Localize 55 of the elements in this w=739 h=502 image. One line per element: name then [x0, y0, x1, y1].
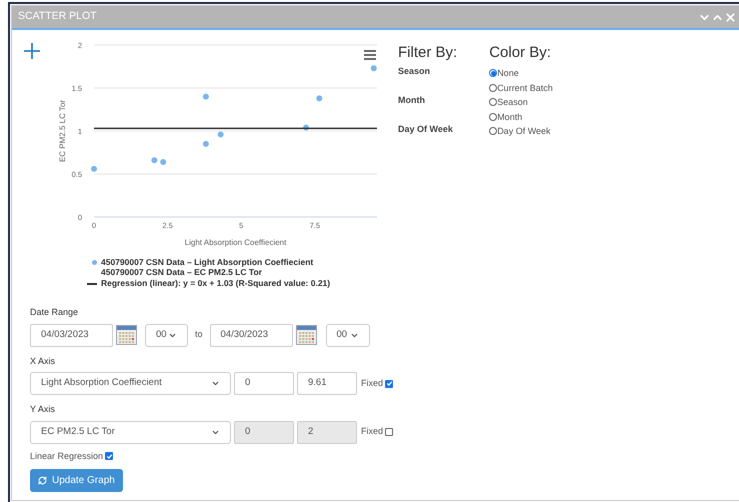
hour-select[interactable]: 00	[145, 324, 188, 346]
y-axis-title: EC PM2.5 LC Tor	[58, 100, 67, 162]
variable-select[interactable]: EC PM2.5 LC Tor	[30, 420, 231, 444]
min-field[interactable]: 0	[234, 420, 294, 444]
radio-button[interactable]	[489, 98, 498, 106]
legend-line	[87, 283, 97, 284]
data-point	[160, 158, 166, 165]
data-point	[91, 166, 97, 172]
linear-regression-label: Linear Regression	[30, 450, 104, 463]
calendar-icon[interactable]	[116, 325, 137, 345]
radio-button[interactable]	[489, 84, 498, 92]
data-point	[202, 140, 209, 147]
date-range-label: Date Range	[30, 306, 80, 319]
radio-option[interactable]: Day Of Week	[489, 124, 553, 138]
variable-select[interactable]: Light Absorption Coeffiecient	[30, 372, 231, 395]
checkbox[interactable]	[105, 452, 114, 460]
menu-icon[interactable]	[364, 50, 376, 60]
refresh-icon	[38, 476, 47, 485]
data-point	[316, 95, 322, 102]
filter-label: Season	[398, 65, 432, 77]
add-icon[interactable]	[23, 42, 41, 60]
end-date-field[interactable]: 04/30/2023	[210, 324, 293, 346]
checkbox[interactable]	[385, 428, 394, 436]
radio-option[interactable]: Season	[489, 95, 553, 110]
data-point	[202, 94, 209, 100]
min-field[interactable]: 0	[234, 372, 294, 395]
radio-option[interactable]: Month	[489, 110, 553, 124]
data-point	[303, 124, 310, 131]
radio-button[interactable]	[489, 112, 498, 121]
radio-button[interactable]	[489, 127, 498, 136]
axis-label: Y Axis	[30, 403, 56, 416]
legend-label[interactable]: Regression (linear): y = 0x + 1.03 (R-Squared value: 0.21)	[101, 278, 330, 288]
panel-title: SCATTER PLOT	[18, 9, 97, 24]
data-point	[218, 131, 224, 138]
radio-option[interactable]: Current Batch	[489, 80, 553, 95]
fixed-label: Fixed	[361, 425, 384, 438]
filter-label: Day Of Week	[398, 123, 454, 135]
filter-label: Month	[398, 94, 426, 106]
max-field[interactable]: 9.61	[297, 372, 357, 395]
legend-label[interactable]: 450790007 CSN Data – Light Absorption Coeffiecient 450790007 CSN Data – EC PM2.5 LC Tor	[101, 257, 314, 277]
axis-label: X Axis	[30, 354, 56, 368]
data-point	[151, 157, 158, 164]
fixed-label: Fixed	[361, 376, 384, 390]
x-axis-title: Light Absorption Coeffiecient	[184, 238, 286, 247]
calendar-icon[interactable]	[296, 325, 317, 345]
data-point	[370, 65, 377, 72]
radio-button[interactable]	[489, 69, 498, 78]
color-by-heading: Color By:	[489, 44, 552, 62]
to-label: to	[195, 328, 203, 342]
filter-heading: Filter By:	[398, 44, 458, 62]
start-date-field[interactable]: 04/03/2023	[30, 324, 113, 346]
caret-icon	[211, 379, 220, 388]
radio-option[interactable]: None	[489, 66, 553, 80]
hour-select[interactable]: 00	[326, 324, 370, 346]
max-field[interactable]: 2	[297, 420, 357, 444]
